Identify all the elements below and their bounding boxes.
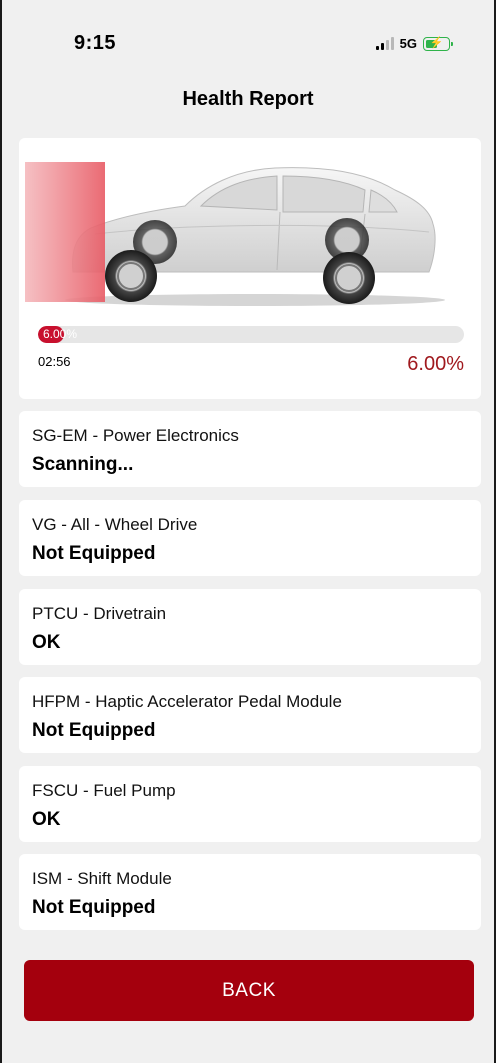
module-card[interactable]: FSCU - Fuel Pump OK <box>19 766 481 842</box>
module-status: OK <box>32 632 61 653</box>
scan-progress-bar: 6.00% <box>38 326 464 343</box>
app-screen: 9:15 5G ⚡ Health Report 6.00% 02:56 6.00… <box>2 0 494 1063</box>
car-illustration <box>25 162 445 306</box>
status-bar: 9:15 5G ⚡ <box>2 0 494 80</box>
charging-bolt-icon: ⚡ <box>429 37 444 49</box>
module-name: HFPM - Haptic Accelerator Pedal Module <box>32 692 342 711</box>
battery-icon: ⚡ <box>423 36 453 51</box>
module-card[interactable]: HFPM - Haptic Accelerator Pedal Module N… <box>19 677 481 753</box>
module-name: ISM - Shift Module <box>32 869 172 888</box>
module-status: Scanning... <box>32 454 134 475</box>
module-card[interactable]: VG - All - Wheel Drive Not Equipped <box>19 500 481 576</box>
car-image <box>25 160 465 310</box>
module-status: Not Equipped <box>32 720 156 741</box>
module-name: FSCU - Fuel Pump <box>32 781 176 800</box>
module-status: Not Equipped <box>32 897 156 918</box>
status-icons: 5G ⚡ <box>375 36 453 51</box>
back-button[interactable]: BACK <box>24 960 474 1021</box>
module-card[interactable]: ISM - Shift Module Not Equipped <box>19 854 481 930</box>
scan-progress-card: 6.00% 02:56 6.00% <box>19 138 481 399</box>
module-status: Not Equipped <box>32 543 156 564</box>
module-name: PTCU - Drivetrain <box>32 604 167 623</box>
module-status: OK <box>32 809 61 830</box>
status-time: 9:15 <box>74 32 117 54</box>
module-card[interactable]: SG-EM - Power Electronics Scanning... <box>19 411 481 487</box>
module-name: VG - All - Wheel Drive <box>32 515 198 534</box>
progress-bar-label: 6.00% <box>43 327 78 341</box>
module-name: SG-EM - Power Electronics <box>32 426 239 445</box>
module-card[interactable]: PTCU - Drivetrain OK <box>19 589 481 665</box>
page-title: Health Report <box>182 88 314 110</box>
signal-icon <box>375 37 394 50</box>
elapsed-time: 02:56 <box>38 354 71 369</box>
network-label: 5G <box>399 36 417 51</box>
scan-percent: 6.00% <box>407 353 464 375</box>
